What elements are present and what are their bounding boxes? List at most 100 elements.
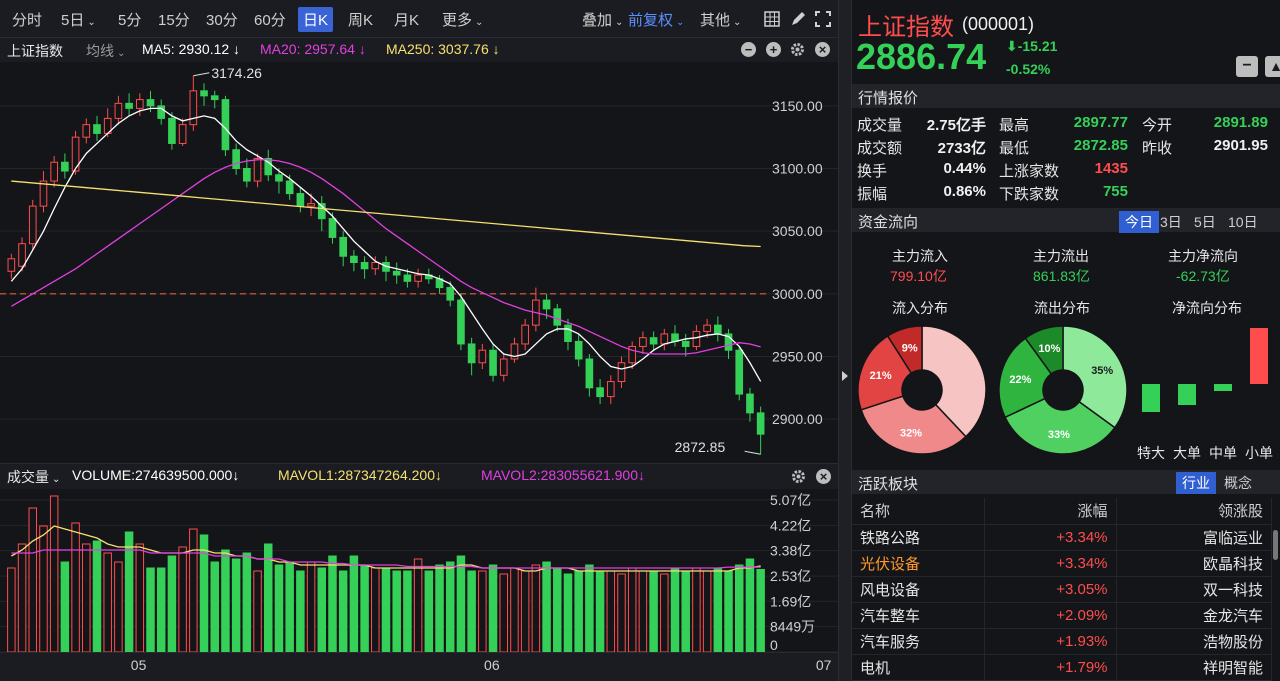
value-turnover-rate: 0.44%: [943, 160, 986, 177]
sector-leader: 欧晶科技: [1116, 550, 1272, 577]
adjust-menu[interactable]: 前复权 ⌄: [628, 9, 684, 30]
overlay-menu[interactable]: 叠加 ⌄: [582, 9, 623, 30]
candle: [714, 324, 722, 335]
col-change[interactable]: 涨幅: [984, 498, 1117, 525]
volume-bar: [167, 555, 177, 652]
volume-bar: [542, 561, 551, 652]
grid-icon[interactable]: [764, 11, 780, 27]
tab-3day[interactable]: 3日: [1154, 211, 1188, 233]
tab-5min[interactable]: 5分: [118, 9, 141, 30]
gear-icon[interactable]: [791, 469, 806, 484]
table-row[interactable]: 汽车整车 +2.09% 金龙汽车: [852, 602, 1272, 629]
candle: [467, 343, 476, 364]
candle: [596, 387, 604, 398]
tab-5day[interactable]: 5日: [1188, 211, 1222, 233]
tab-daily-k[interactable]: 日K: [298, 7, 334, 32]
scrollbar[interactable]: [1273, 530, 1278, 560]
tab-5day[interactable]: 5日 ⌄: [61, 9, 96, 30]
net-dist-title: 净流向分布: [1172, 300, 1242, 316]
add-icon[interactable]: +: [766, 42, 781, 57]
tab-10day[interactable]: 10日: [1222, 211, 1264, 233]
mavol2-line: [11, 549, 761, 569]
other-menu[interactable]: 其他 ⌄: [700, 9, 741, 30]
table-header-row: 名称 涨幅 领涨股: [852, 498, 1272, 525]
tab-15min[interactable]: 15分: [158, 9, 190, 30]
table-row[interactable]: 光伏设备 +3.34% 欧晶科技: [852, 550, 1272, 577]
ma250-line: [11, 180, 761, 248]
volume-bar: [702, 570, 712, 652]
low-annotation: 2872.85: [675, 439, 726, 455]
candle: [746, 393, 754, 414]
tab-intraday[interactable]: 分时: [12, 9, 42, 30]
col-name[interactable]: 名称: [852, 498, 985, 525]
y-tick-label: 3050.00: [772, 223, 823, 239]
volume-selector[interactable]: 成交量 ⌄: [7, 467, 60, 487]
tab-monthly-k[interactable]: 月K: [394, 9, 419, 30]
tab-weekly-k[interactable]: 周K: [348, 9, 373, 30]
tab-concept[interactable]: 概念: [1218, 472, 1258, 494]
section-sectors-title: 活跃板块 行业 概念: [852, 470, 1280, 494]
x-axis: 05 06 07: [0, 652, 838, 681]
kline-chart[interactable]: 3150.00 3100.00 3050.00 3000.00 2950.00 2900.…: [0, 62, 838, 463]
candle: [542, 299, 551, 310]
net-flow-value: -62.73亿: [1176, 268, 1230, 284]
value-volume: 2.75亿手: [926, 117, 986, 134]
volume-bar: [135, 543, 145, 652]
col-leader[interactable]: 领涨股: [1116, 498, 1272, 525]
volume-bar: [49, 495, 59, 652]
label-prev-close: 昨收: [1142, 140, 1173, 157]
ma20-value: MA20: 2957.64 ↓: [260, 41, 366, 57]
panel-divider[interactable]: [838, 0, 852, 681]
volume-bar: [253, 570, 262, 652]
table-row[interactable]: 风电设备 +3.05% 双一科技: [852, 576, 1272, 603]
collapse-icon[interactable]: −: [741, 42, 756, 57]
volume-bar: [403, 570, 412, 652]
lock-icon[interactable]: ▲: [1265, 56, 1280, 77]
table-row[interactable]: 汽车服务 +1.93% 浩物股份: [852, 628, 1272, 655]
minimize-button[interactable]: −: [1236, 56, 1258, 77]
volume-bar: [520, 570, 530, 652]
candle: [135, 99, 144, 109]
fullscreen-icon[interactable]: [815, 11, 831, 27]
close-icon[interactable]: ×: [816, 469, 831, 484]
label-open: 今开: [1142, 117, 1173, 134]
candle: [285, 180, 294, 195]
table-row[interactable]: 铁路公路 +3.34% 富临运业: [852, 524, 1272, 551]
candle: [692, 330, 701, 347]
candle: [371, 262, 380, 270]
net-flow-category: 大单: [1173, 445, 1201, 461]
sector-leader: 浩物股份: [1116, 628, 1272, 655]
candle: [243, 168, 251, 182]
gear-icon[interactable]: [790, 42, 805, 57]
volume-bar: [92, 540, 102, 652]
sector-change: +3.05%: [984, 576, 1117, 603]
quote-change: ⬇-15.21: [1006, 38, 1058, 54]
tab-30min[interactable]: 30分: [206, 9, 238, 30]
close-icon[interactable]: ×: [815, 42, 830, 57]
chevron-down-icon: ⌄: [475, 17, 484, 28]
inflow-label: 主力流入: [892, 248, 948, 264]
collapse-arrow-icon[interactable]: [841, 370, 849, 382]
period-toolbar: 分时 5日 ⌄ 5分 15分 30分 60分 日K 周K 月K 更多 ⌄ 叠加 ⌄ 前…: [0, 0, 838, 38]
volume-bar: [510, 567, 519, 652]
candle: [339, 236, 348, 257]
ma-selector[interactable]: 均线 ⌄: [86, 41, 125, 61]
tab-industry[interactable]: 行业: [1176, 472, 1216, 494]
volume-bar: [670, 567, 680, 652]
tab-60min[interactable]: 60分: [254, 9, 286, 30]
sector-name: 铁路公路: [852, 524, 985, 551]
volume-bar: [413, 558, 423, 652]
tab-today[interactable]: 今日: [1119, 211, 1159, 233]
volume-chart[interactable]: 5.07亿 4.22亿 3.38亿 2.53亿 1.69亿 8449万 0: [0, 489, 838, 652]
outflow-label: 主力流出: [1033, 248, 1089, 264]
net-flow-bar: [1142, 384, 1160, 412]
more-menu[interactable]: 更多 ⌄: [442, 9, 483, 30]
candle: [489, 349, 497, 376]
value-low: 2872.85: [1073, 137, 1128, 154]
table-row[interactable]: 电机 +1.79% 祥明智能: [852, 654, 1272, 681]
label-low: 最低: [999, 140, 1030, 157]
chevron-down-icon: ⌄: [87, 17, 96, 28]
ma5-value: MA5: 2930.12 ↓: [142, 41, 241, 57]
draw-pen-icon[interactable]: [790, 11, 806, 27]
volume-bar: [328, 555, 337, 652]
